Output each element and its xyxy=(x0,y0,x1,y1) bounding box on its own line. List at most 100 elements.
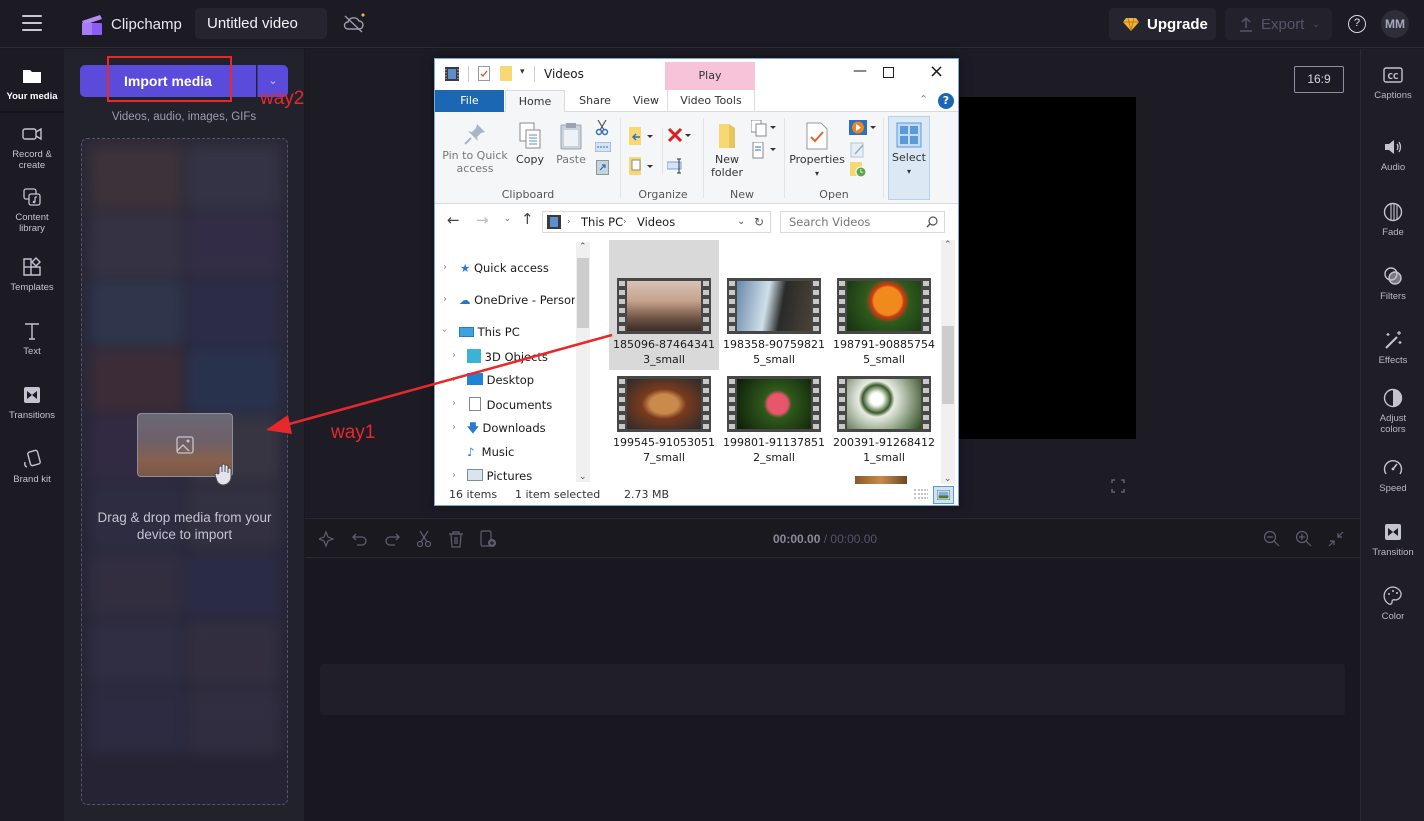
drop-zone[interactable]: Drag & drop media from your device to im… xyxy=(81,138,288,805)
file-item[interactable]: 198791-90885754 5_small xyxy=(829,278,939,367)
expand-chevron-icon[interactable]: › xyxy=(452,374,456,385)
tab-file[interactable]: File xyxy=(435,90,504,112)
nav-item-documents[interactable]: Documents xyxy=(467,397,552,412)
rail-item-brand-kit[interactable]: Brand kit xyxy=(0,448,64,485)
paste-shortcut-icon[interactable] xyxy=(596,160,609,175)
tab-share[interactable]: Share xyxy=(565,90,625,112)
undo-icon[interactable] xyxy=(351,530,369,548)
hamburger-menu-icon[interactable] xyxy=(22,15,42,31)
rail-item-content-library[interactable]: Content library xyxy=(0,186,64,234)
avatar[interactable]: MM xyxy=(1381,10,1409,38)
expand-chevron-icon[interactable]: › xyxy=(452,422,456,433)
collapse-ribbon-icon[interactable]: ⌃ xyxy=(919,93,928,106)
search-videos-input[interactable]: Search Videos xyxy=(780,211,945,233)
upgrade-button[interactable]: Upgrade xyxy=(1109,8,1216,40)
rail-item-speed[interactable]: Speed xyxy=(1361,457,1424,494)
tab-view[interactable]: View xyxy=(625,90,667,112)
collapse-chevron-icon[interactable]: › xyxy=(439,329,450,333)
new-item-icon[interactable] xyxy=(751,120,777,138)
rail-item-adjust-colors[interactable]: Adjust colors xyxy=(1361,387,1424,435)
rail-item-text[interactable]: Text xyxy=(0,320,64,357)
up-arrow-icon[interactable]: ↑ xyxy=(521,210,534,228)
nav-item-desktop[interactable]: Desktop xyxy=(467,373,534,387)
file-item[interactable]: 200391-91268412 1_small xyxy=(829,376,939,465)
help-icon[interactable]: ? xyxy=(938,93,954,109)
pin-to-quick-access-button[interactable]: Pin to Quick access xyxy=(441,122,509,175)
new-folder-quick-icon[interactable] xyxy=(500,66,512,81)
project-title-input[interactable]: Untitled video xyxy=(195,8,327,39)
easy-access-icon[interactable] xyxy=(751,142,777,160)
expand-chevron-icon[interactable]: › xyxy=(452,470,456,481)
move-to-icon[interactable] xyxy=(629,127,655,147)
maximize-button[interactable] xyxy=(883,67,894,78)
breadcrumb-this-pc[interactable]: This PC xyxy=(581,212,623,232)
select-button[interactable]: Select ▾ xyxy=(888,116,930,200)
rail-item-filters[interactable]: Filters xyxy=(1361,265,1424,302)
rail-item-templates[interactable]: Templates xyxy=(0,256,64,293)
zoom-in-icon[interactable] xyxy=(1295,530,1313,548)
forward-arrow-icon[interactable]: → xyxy=(476,211,489,229)
large-icons-view-button[interactable] xyxy=(933,486,954,504)
recent-locations-icon[interactable]: ⌄ xyxy=(504,214,511,223)
redo-icon[interactable] xyxy=(383,530,401,548)
zoom-out-icon[interactable] xyxy=(1263,530,1281,548)
rail-item-record-create[interactable]: Record & create xyxy=(0,123,64,171)
details-view-icon[interactable] xyxy=(913,489,929,502)
close-button[interactable]: × xyxy=(929,61,944,82)
copy-to-icon[interactable] xyxy=(629,157,655,177)
rail-item-your-media[interactable]: Your media xyxy=(0,65,64,117)
nav-item-quick-access[interactable]: ★ Quick access xyxy=(460,261,549,275)
paste-button[interactable]: Paste xyxy=(553,122,589,166)
timeline-track[interactable] xyxy=(320,664,1345,715)
nav-item-music[interactable]: ♪ Music xyxy=(467,445,514,459)
nav-item-this-pc[interactable]: This PC xyxy=(459,325,520,339)
export-button[interactable]: Export ⌄ xyxy=(1225,8,1332,40)
open-with-icon[interactable] xyxy=(849,120,877,136)
copy-button[interactable]: Copy xyxy=(513,122,547,166)
edit-icon[interactable] xyxy=(850,142,866,158)
add-to-timeline-icon[interactable] xyxy=(479,530,497,548)
properties-button[interactable]: Properties ▾ xyxy=(789,122,845,180)
file-item[interactable]: 185096-87464341 3_small xyxy=(609,240,719,370)
tab-video-tools[interactable]: Video Tools xyxy=(667,90,755,112)
expand-chevron-icon[interactable]: › xyxy=(452,398,456,409)
nav-item-downloads[interactable]: 🡇 Downloads xyxy=(467,421,546,440)
nav-scrollbar[interactable]: ⌃ ⌄ xyxy=(576,242,590,482)
fit-timeline-icon[interactable] xyxy=(1327,530,1345,548)
ai-sparkle-icon[interactable] xyxy=(319,530,337,548)
breadcrumb-videos[interactable]: Videos xyxy=(637,212,675,232)
history-icon[interactable] xyxy=(850,162,868,178)
address-dropdown-icon[interactable]: ⌄ xyxy=(737,212,745,232)
fullscreen-icon[interactable] xyxy=(1111,479,1125,493)
address-bar[interactable]: › This PC › Videos ⌄ ↻ xyxy=(542,211,771,233)
scissors-icon[interactable] xyxy=(415,530,433,548)
properties-quick-icon[interactable] xyxy=(478,66,490,81)
files-scrollbar[interactable]: ⌃ ⌄ xyxy=(941,240,955,484)
nav-item-pictures[interactable]: Pictures xyxy=(467,469,532,483)
cloud-offline-icon[interactable] xyxy=(342,12,366,34)
cut-icon[interactable] xyxy=(595,120,609,136)
expand-chevron-icon[interactable]: › xyxy=(443,262,447,273)
nav-item-onedrive[interactable]: ☁ OneDrive - Personal xyxy=(459,293,575,307)
trash-icon[interactable] xyxy=(447,530,465,548)
file-item[interactable]: 199545-91053051 7_small xyxy=(609,376,719,465)
file-item[interactable]: 198358-90759821 5_small xyxy=(719,278,829,367)
rail-item-audio[interactable]: Audio xyxy=(1361,136,1424,173)
help-icon[interactable]: ? xyxy=(1348,15,1366,33)
rail-item-captions[interactable]: CC Captions xyxy=(1361,64,1424,101)
customize-toolbar-icon[interactable]: ▾ xyxy=(520,67,525,77)
nav-item-3d-objects[interactable]: 3D Objects xyxy=(467,349,548,364)
copy-path-icon[interactable] xyxy=(595,142,611,152)
rail-item-color[interactable]: Color xyxy=(1361,585,1424,622)
rename-icon[interactable] xyxy=(667,158,687,174)
back-arrow-icon[interactable]: ← xyxy=(447,211,460,229)
aspect-ratio-button[interactable]: 16:9 xyxy=(1294,66,1344,93)
tab-home[interactable]: Home xyxy=(505,90,565,113)
new-folder-button[interactable]: New folder xyxy=(707,122,747,179)
rail-item-effects[interactable]: Effects xyxy=(1361,329,1424,366)
rail-item-fade[interactable]: Fade xyxy=(1361,201,1424,238)
rail-item-transition[interactable]: Transition xyxy=(1361,521,1424,558)
refresh-icon[interactable]: ↻ xyxy=(754,212,764,232)
expand-chevron-icon[interactable]: › xyxy=(452,350,456,361)
file-item[interactable]: 199801-91137851 2_small xyxy=(719,376,829,465)
